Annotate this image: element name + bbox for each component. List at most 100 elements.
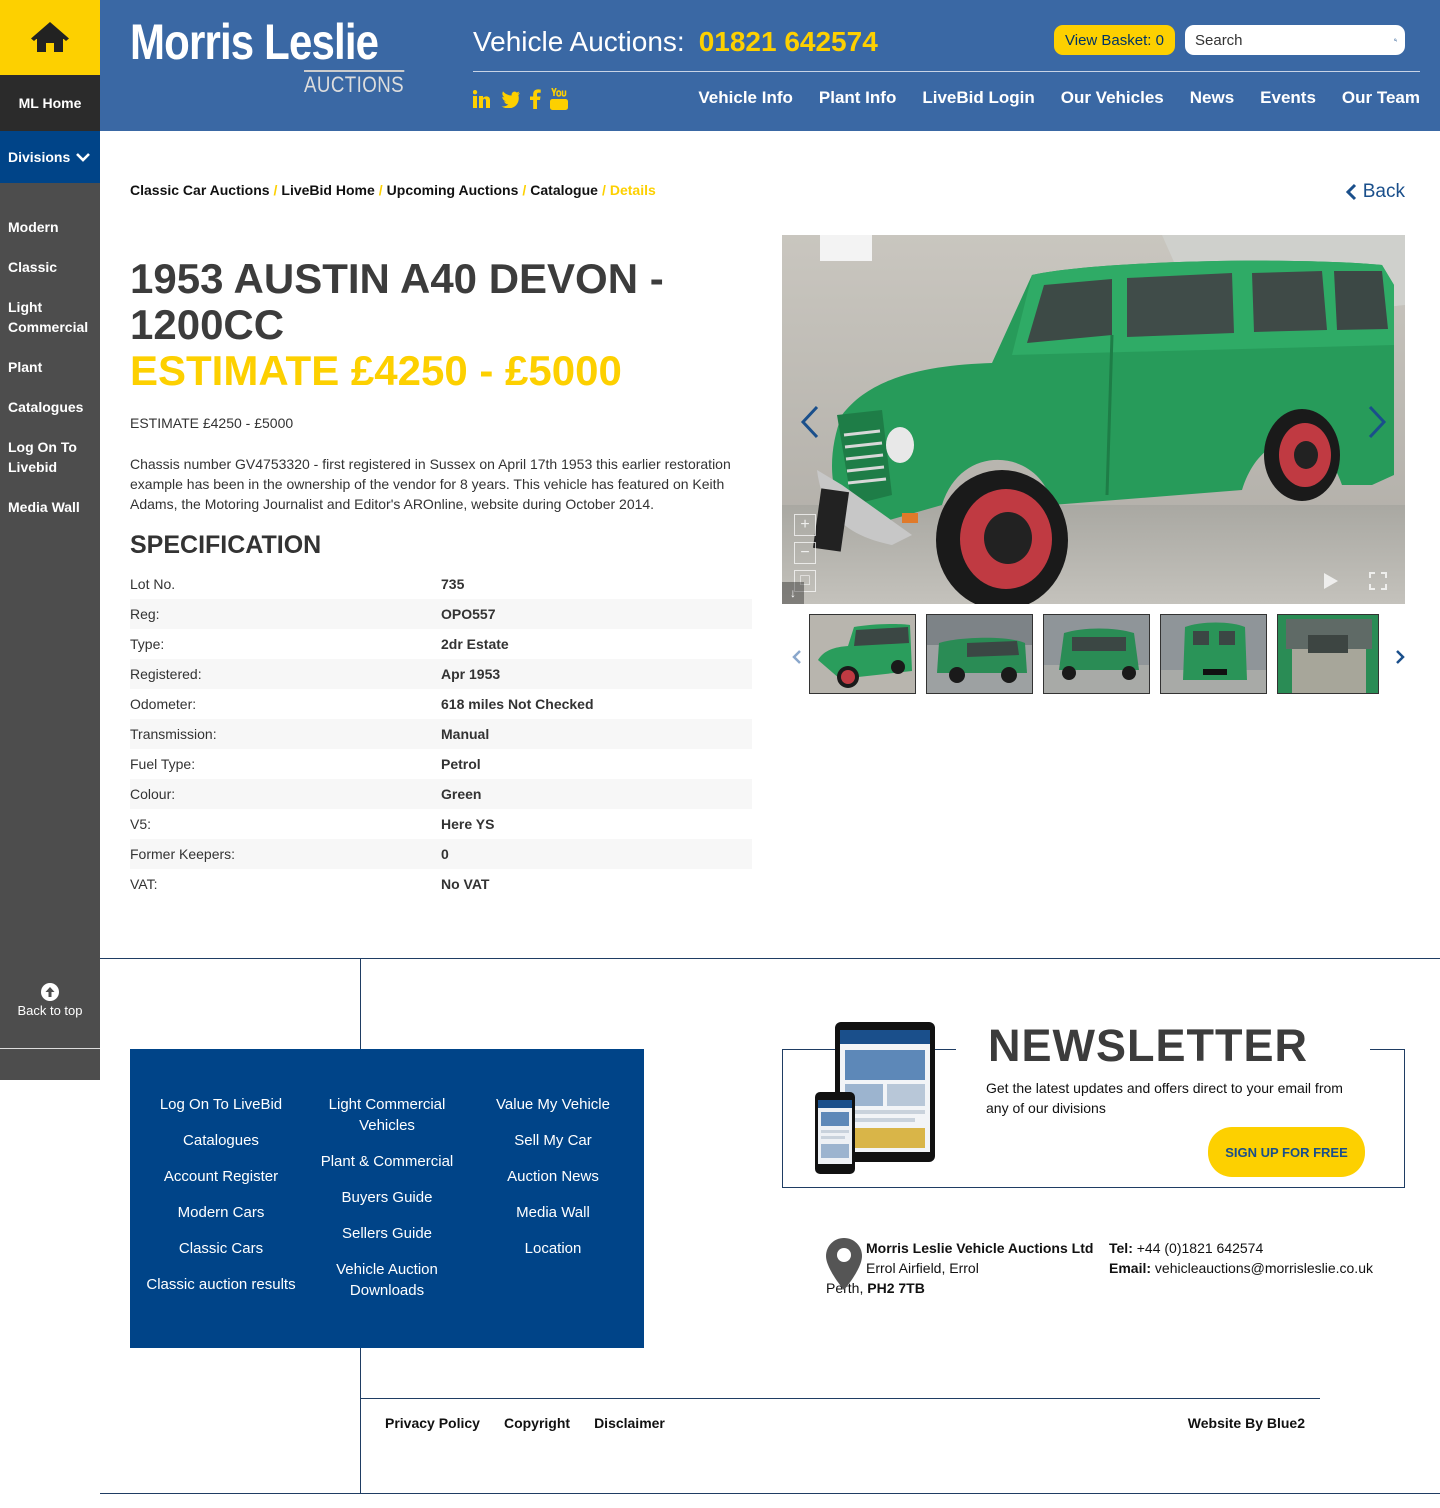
sidebar-item-livebid[interactable]: Log On To Livebid	[0, 432, 90, 482]
back-label: Back	[1362, 181, 1405, 202]
thumbnail-5[interactable]	[1277, 614, 1379, 694]
nav-events[interactable]: Events	[1260, 88, 1316, 108]
sidebar-item-catalogues[interactable]: Catalogues	[0, 392, 100, 422]
table-row: Transmission: Manual	[130, 719, 752, 749]
divisions-label: Divisions	[8, 149, 71, 165]
footer-link[interactable]: Account Register	[164, 1166, 278, 1187]
footer-link[interactable]: Vehicle Auction Downloads	[327, 1259, 447, 1301]
company-name: Morris Leslie Vehicle Auctions Ltd	[866, 1240, 1094, 1256]
footer-column: Light Commercial Vehicles Plant & Commer…	[304, 1094, 470, 1348]
nav-our-team[interactable]: Our Team	[1342, 88, 1420, 108]
spec-label: Odometer:	[130, 696, 197, 712]
newsletter-title: NEWSLETTER	[986, 1020, 1310, 1072]
back-to-top-button[interactable]: Back to top	[0, 983, 100, 1049]
footer-divider	[100, 958, 1440, 959]
home-button[interactable]	[0, 0, 100, 75]
nav-plant-info[interactable]: Plant Info	[819, 88, 896, 108]
footer-link[interactable]: Classic Cars	[179, 1238, 263, 1259]
nav-livebid-login[interactable]: LiveBid Login	[922, 88, 1034, 108]
thumbnail-4[interactable]	[1160, 614, 1267, 694]
footer-link[interactable]: Sell My Car	[514, 1130, 592, 1151]
phone-number-link[interactable]: 01821 642574	[699, 26, 878, 57]
footer-link[interactable]: Buyers Guide	[342, 1187, 433, 1208]
search-icon[interactable]	[1394, 30, 1397, 50]
footer-link[interactable]: Sellers Guide	[342, 1223, 432, 1244]
thumbnails-next-icon[interactable]	[1395, 649, 1405, 665]
footer-link[interactable]: Light Commercial Vehicles	[322, 1094, 452, 1136]
spec-label: Former Keepers:	[130, 846, 236, 862]
company-address: Morris Leslie Vehicle Auctions Ltd Errol…	[826, 1238, 1096, 1298]
zoom-in-icon[interactable]: +	[794, 514, 816, 536]
legal-links: Privacy Policy Copyright Disclaimer	[385, 1415, 665, 1431]
zoom-controls: + − □	[794, 514, 816, 592]
previous-photo-icon[interactable]	[800, 405, 820, 439]
spec-label: Registered:	[130, 666, 202, 682]
facebook-icon[interactable]	[529, 89, 541, 109]
back-button[interactable]: Back	[1345, 181, 1405, 203]
view-basket-button[interactable]: View Basket: 0	[1054, 25, 1175, 55]
play-icon[interactable]	[1323, 572, 1339, 590]
copyright-link[interactable]: Copyright	[504, 1415, 570, 1431]
sidebar-item-plant[interactable]: Plant	[0, 352, 100, 382]
table-row: Reg: OPO557	[130, 599, 752, 629]
phone-banner: Vehicle Auctions: 01821 642574	[473, 26, 878, 58]
breadcrumb-upcoming-auctions[interactable]: Upcoming Auctions	[387, 182, 519, 198]
zoom-out-icon[interactable]: −	[794, 542, 816, 564]
divisions-toggle[interactable]: Divisions	[0, 131, 100, 183]
footer-link[interactable]: Media Wall	[516, 1202, 590, 1223]
search-input[interactable]	[1195, 31, 1394, 49]
footer-link[interactable]: Classic auction results	[146, 1274, 295, 1295]
sidebar-item-classic[interactable]: Classic	[0, 252, 100, 282]
footer-link[interactable]: Plant & Commercial	[321, 1151, 454, 1172]
twitter-icon[interactable]	[500, 90, 520, 108]
footer-link[interactable]: Auction News	[507, 1166, 599, 1187]
phone-label: Vehicle Auctions:	[473, 26, 685, 57]
breadcrumb-livebid-home[interactable]: LiveBid Home	[281, 182, 374, 198]
linkedin-icon[interactable]	[473, 90, 491, 108]
download-icon[interactable]: ↓	[782, 582, 804, 604]
thumbnail-2[interactable]	[926, 614, 1033, 694]
vehicle-photo-viewer[interactable]: + − □ ↓	[782, 235, 1405, 604]
site-logo[interactable]: Morris Leslie AUCTIONS	[130, 16, 410, 97]
sidebar-item-media-wall[interactable]: Media Wall	[0, 492, 100, 522]
footer-link[interactable]: Value My Vehicle	[496, 1094, 610, 1115]
privacy-policy-link[interactable]: Privacy Policy	[385, 1415, 480, 1431]
header-divider	[473, 71, 1420, 72]
thumbnail-3[interactable]	[1043, 614, 1150, 694]
youtube-icon[interactable]	[550, 88, 568, 110]
tel-link[interactable]: +44 (0)1821 642574	[1137, 1240, 1264, 1256]
nav-our-vehicles[interactable]: Our Vehicles	[1061, 88, 1164, 108]
table-row: Former Keepers: 0	[130, 839, 752, 869]
disclaimer-link[interactable]: Disclaimer	[594, 1415, 665, 1431]
nav-news[interactable]: News	[1190, 88, 1234, 108]
breadcrumb-catalogue[interactable]: Catalogue	[530, 182, 598, 198]
spec-label: V5:	[130, 816, 152, 832]
footer-link[interactable]: Modern Cars	[178, 1202, 265, 1223]
sidebar-item-modern[interactable]: Modern	[0, 212, 100, 242]
thumbnail-1[interactable]	[809, 614, 916, 694]
sidebar-item-light-commercial[interactable]: Light Commercial	[0, 292, 95, 342]
vehicle-photo	[782, 235, 1405, 604]
spec-label: Reg:	[130, 606, 160, 622]
footer-link[interactable]: Log On To LiveBid	[160, 1094, 282, 1115]
breadcrumb-classic-car-auctions[interactable]: Classic Car Auctions	[130, 182, 270, 198]
spec-value: Manual	[441, 726, 490, 742]
division-menu: Modern Classic Light Commercial Plant Ca…	[0, 212, 100, 532]
email-link[interactable]: vehicleauctions@morrisleslie.co.uk	[1155, 1260, 1373, 1276]
footer-link[interactable]: Catalogues	[183, 1130, 259, 1151]
nav-vehicle-info[interactable]: Vehicle Info	[698, 88, 792, 108]
address-line: Errol Airfield, Errol	[866, 1260, 979, 1276]
thumbnails-previous-icon[interactable]	[792, 649, 802, 665]
newsletter-signup-button[interactable]: SIGN UP FOR FREE	[1208, 1127, 1365, 1177]
next-photo-icon[interactable]	[1367, 405, 1387, 439]
search-box	[1185, 25, 1405, 55]
footer-link[interactable]: Location	[525, 1238, 582, 1259]
email-label: Email:	[1109, 1260, 1152, 1276]
fullscreen-icon[interactable]	[1369, 572, 1387, 590]
spec-value: Petrol	[441, 756, 481, 772]
ml-home-link[interactable]: ML Home	[0, 75, 100, 131]
specification-heading: SPECIFICATION	[130, 531, 322, 559]
website-credit-link[interactable]: Website By Blue2	[1188, 1415, 1305, 1431]
estimate-heading: ESTIMATE £4250 - £5000	[130, 347, 622, 394]
social-links	[473, 88, 568, 110]
